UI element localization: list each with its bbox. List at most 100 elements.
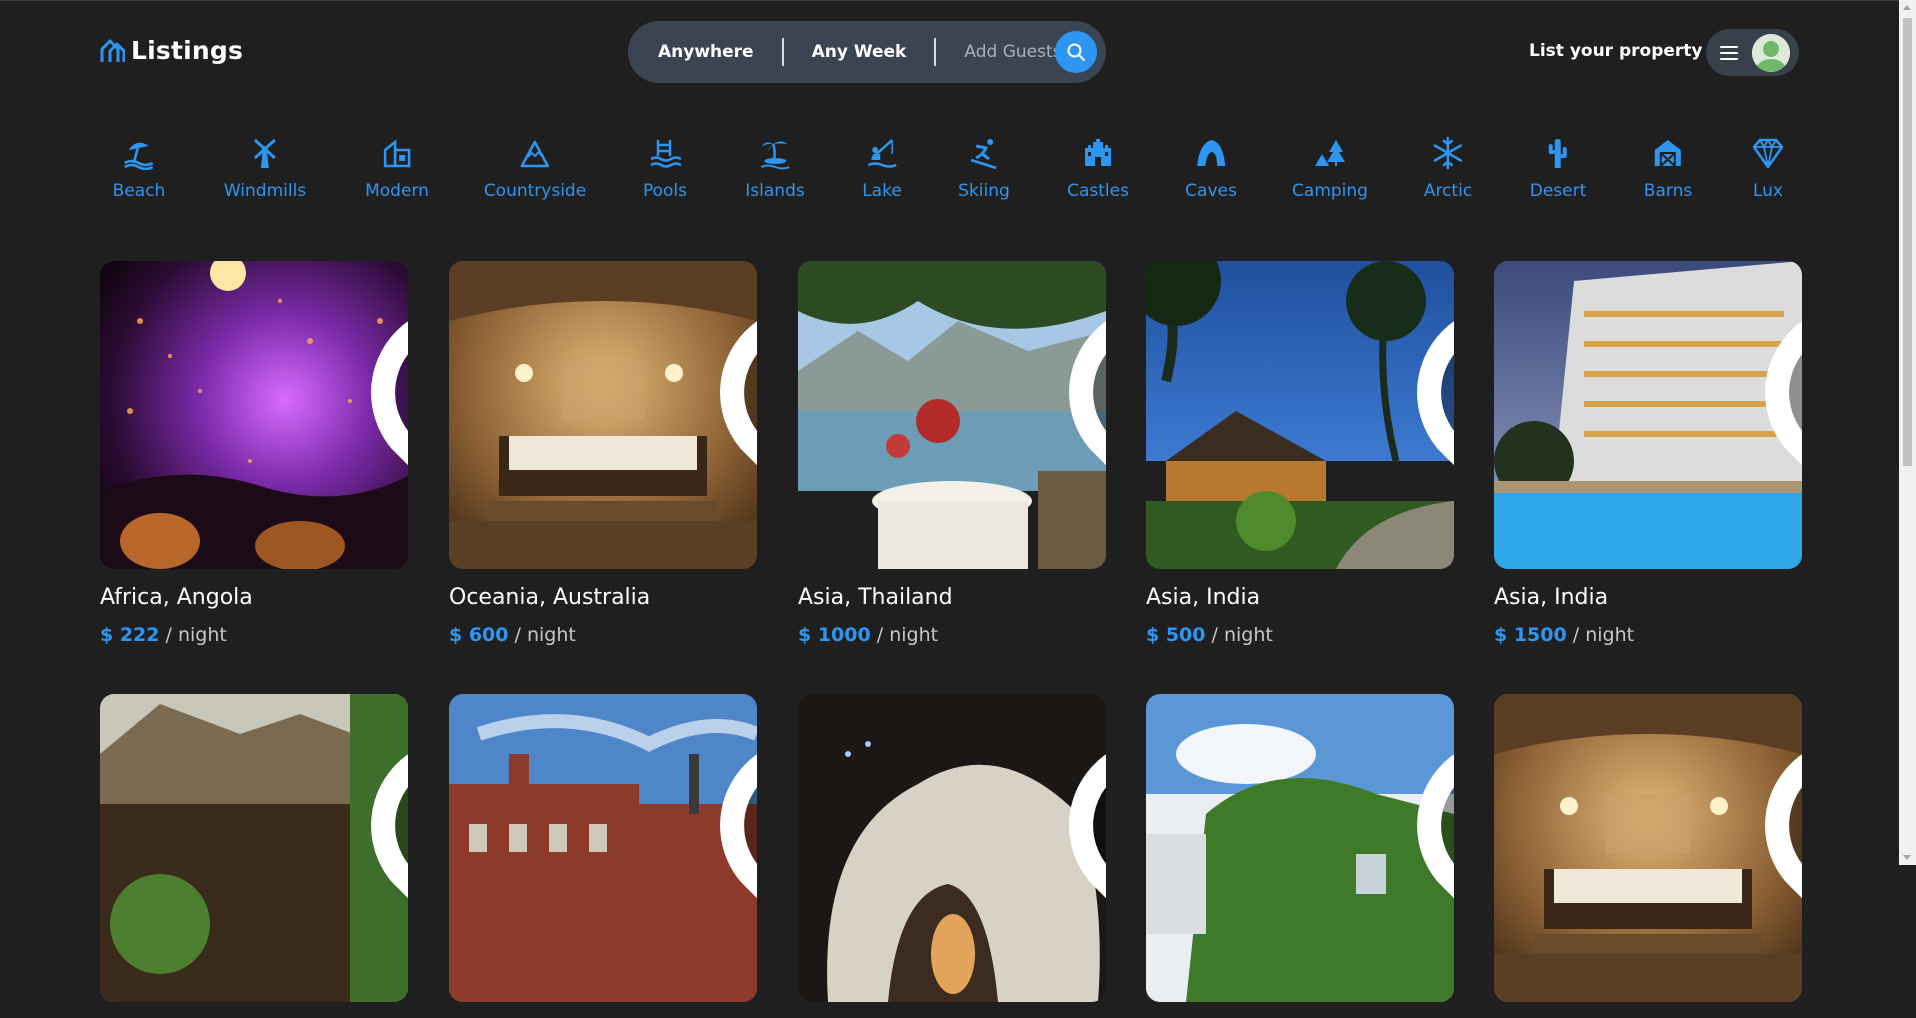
category-islands[interactable]: Islands [745, 136, 805, 201]
listing-card[interactable]: Asia, India $ 500 / night [1146, 261, 1454, 646]
brick-manor-photo[interactable] [449, 694, 757, 1002]
price-unit: / night [1572, 624, 1635, 646]
listing-price: $ 600 [449, 624, 509, 646]
listing-location: Africa, Angola [100, 585, 253, 610]
search-where[interactable]: Anywhere [658, 42, 754, 62]
category-label: Caves [1185, 181, 1237, 201]
listing-card[interactable]: Africa, Angola $ 222 / night [100, 261, 408, 646]
category-skiing[interactable]: Skiing [958, 136, 1010, 201]
scroll-up-arrow[interactable] [1903, 5, 1911, 10]
cave-icon [1195, 136, 1227, 174]
cactus-icon [1542, 136, 1574, 174]
favorite-heart-icon[interactable] [711, 710, 757, 899]
search-guests[interactable]: Add Guests [964, 42, 1061, 62]
concert-crowd-photo[interactable] [100, 261, 408, 569]
ivy-house-photo[interactable] [1146, 694, 1454, 1002]
search-divider [781, 38, 784, 66]
listing-card[interactable] [798, 694, 1106, 1018]
page-scrollbar[interactable] [1899, 0, 1916, 865]
top-border [0, 0, 1916, 1]
tent-tree-icon [1314, 136, 1346, 174]
favorite-heart-icon[interactable] [1756, 277, 1802, 466]
category-label: Desert [1529, 181, 1587, 201]
search-divider [934, 38, 937, 66]
price-unit: / night [514, 624, 576, 646]
diamond-icon [1752, 136, 1784, 174]
listing-card[interactable]: Asia, India $ 1500 / night [1494, 261, 1802, 646]
scroll-thumb[interactable] [1903, 18, 1912, 466]
listing-price-row: $ 1500 / night [1494, 624, 1802, 646]
tropical-resort-photo[interactable] [1146, 261, 1454, 569]
cave-bedroom-photo[interactable] [1494, 694, 1802, 1002]
category-modern[interactable]: Modern [365, 136, 429, 201]
category-label: Barns [1643, 181, 1693, 201]
cave-bedroom-photo[interactable] [449, 261, 757, 569]
category-label: Countryside [483, 181, 587, 201]
search-bar[interactable]: Anywhere Any Week Add Guests [628, 21, 1106, 83]
listing-card[interactable] [449, 694, 757, 1018]
logo[interactable]: Listings [99, 36, 243, 65]
listing-location: Asia, India [1146, 585, 1261, 610]
favorite-heart-icon[interactable] [1408, 710, 1454, 899]
category-beach[interactable]: Beach [113, 136, 165, 201]
favorite-heart-icon[interactable] [362, 710, 408, 899]
house-logo-icon [100, 39, 125, 62]
search-button[interactable] [1055, 31, 1097, 73]
hamburger-menu-icon [1720, 45, 1738, 60]
logo-text: Listings [131, 36, 244, 65]
seaside-terrace-photo[interactable] [798, 261, 1106, 569]
category-pools[interactable]: Pools [643, 136, 687, 201]
listing-card[interactable] [1146, 694, 1454, 1018]
listing-price: $ 500 [1146, 624, 1206, 646]
search-when[interactable]: Any Week [812, 42, 907, 62]
price-unit: / night [1211, 624, 1273, 646]
favorite-heart-icon[interactable] [1408, 277, 1454, 466]
listing-price-row: $ 222 / night [100, 624, 408, 646]
barn-icon [1652, 136, 1684, 174]
category-camping[interactable]: Camping [1292, 136, 1368, 201]
category-barns[interactable]: Barns [1644, 136, 1692, 201]
listing-price: $ 1000 [798, 624, 871, 646]
hotel-pool-photo[interactable] [1494, 261, 1802, 569]
scroll-down-arrow[interactable] [1903, 855, 1911, 860]
snowflake-icon [1432, 136, 1464, 174]
search-icon [1067, 43, 1085, 61]
category-lake[interactable]: Lake [862, 136, 902, 201]
category-lux[interactable]: Lux [1752, 136, 1784, 201]
category-label: Modern [365, 181, 429, 201]
modern-building-icon [381, 136, 413, 174]
category-label: Lake [862, 181, 902, 201]
category-label: Lux [1752, 181, 1783, 201]
listing-location: Asia, India [1494, 585, 1609, 610]
category-countryside[interactable]: Countryside [484, 136, 586, 201]
listing-card[interactable]: Asia, Thailand $ 1000 / night [798, 261, 1106, 646]
favorite-heart-icon[interactable] [1060, 277, 1106, 466]
category-castles[interactable]: Castles [1067, 136, 1129, 201]
listing-price-row: $ 600 / night [449, 624, 757, 646]
listing-card[interactable] [100, 694, 408, 1018]
category-arctic[interactable]: Arctic [1424, 136, 1472, 201]
favorite-heart-icon[interactable] [1756, 710, 1802, 899]
listing-card[interactable] [1494, 694, 1802, 1018]
favorite-heart-icon[interactable] [362, 277, 408, 466]
windmill-icon [249, 136, 281, 174]
avatar [1752, 33, 1790, 72]
skier-icon [968, 136, 1000, 174]
category-desert[interactable]: Desert [1529, 136, 1587, 201]
thatched-lodge-photo[interactable] [100, 694, 408, 1002]
category-windmills[interactable]: Windmills [224, 136, 306, 201]
listing-card[interactable]: Oceania, Australia $ 600 / night [449, 261, 757, 646]
white-cave-photo[interactable] [798, 694, 1106, 1002]
favorite-heart-icon[interactable] [711, 277, 757, 466]
favorite-heart-icon[interactable] [1060, 710, 1106, 899]
list-property-link[interactable]: List your property [1529, 41, 1703, 61]
listing-price-row: $ 1000 / night [798, 624, 1106, 646]
price-unit: / night [876, 624, 939, 646]
pool-ladder-icon [649, 136, 682, 174]
category-label: Windmills [223, 181, 307, 201]
user-menu-button[interactable] [1706, 29, 1799, 76]
castle-icon [1082, 136, 1114, 174]
category-caves[interactable]: Caves [1185, 136, 1237, 201]
listing-location: Asia, Thailand [798, 585, 953, 610]
beach-umbrella-icon [123, 136, 155, 174]
